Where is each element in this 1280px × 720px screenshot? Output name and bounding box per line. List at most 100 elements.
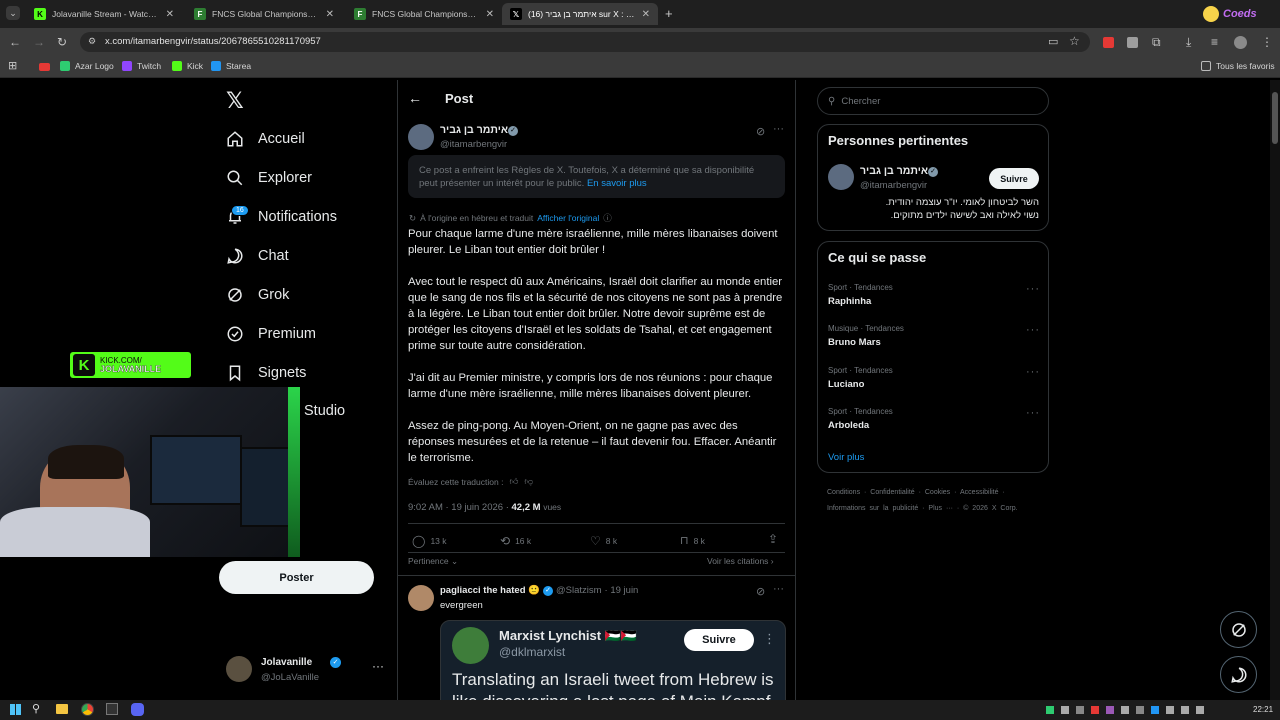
more-icon[interactable]: ··· (372, 659, 384, 673)
browser-tab-0[interactable]: K Jolavanille Stream - Watch Live ✕ (26, 3, 182, 25)
more-icon[interactable]: ··· (1026, 407, 1040, 419)
all-bookmarks[interactable]: Tous les favoris (1201, 61, 1275, 71)
more-icon[interactable]: ··· (773, 123, 784, 135)
back-icon[interactable]: ← (9, 35, 21, 49)
reply-author-handle[interactable]: @Slatzism (556, 585, 602, 596)
trend-item[interactable]: Bruno Mars (828, 337, 881, 348)
trend-item[interactable]: Luciano (828, 379, 864, 390)
apps-icon[interactable]: ⊞ (8, 59, 17, 72)
back-arrow-icon[interactable]: ← (408, 90, 422, 106)
info-icon[interactable]: ⓘ (603, 212, 612, 224)
close-icon[interactable]: ✕ (486, 9, 494, 20)
clock[interactable]: 22:21 (1253, 705, 1273, 714)
x-logo-icon[interactable]: 𝕏 (226, 88, 244, 114)
reply-date[interactable]: · 19 juin (605, 585, 639, 596)
thumbs-down-icon[interactable]: 👎︎ (524, 476, 533, 487)
youtube-icon[interactable] (39, 63, 50, 71)
bookmark-starea[interactable]: Starea (211, 61, 251, 71)
bookmark-kick[interactable]: Kick (172, 61, 203, 71)
reply-button[interactable]: ◯ 13 k (412, 534, 447, 548)
relevant-person-name[interactable]: איתמר בן גביר (860, 165, 928, 177)
nav-explore[interactable]: Explorer (226, 169, 312, 187)
embedded-post[interactable]: Marxist Lynchist 🇵🇸🇵🇸 @dklmarxist Suivre… (440, 620, 786, 704)
extension-icon[interactable] (1103, 37, 1114, 48)
search-icon[interactable]: ⚲ (32, 702, 40, 715)
avatar[interactable] (1234, 36, 1247, 49)
nav-grok[interactable]: Grok (226, 286, 289, 304)
relevant-person-handle[interactable]: @itamarbengvir (860, 180, 927, 191)
sort-dropdown[interactable]: Pertinence ⌄ (408, 556, 458, 567)
show-original-link[interactable]: Afficher l'original (537, 213, 599, 223)
forward-icon[interactable]: → (33, 35, 45, 49)
post-timestamp[interactable]: 9:02 AM · 19 juin 2026 · (408, 502, 509, 513)
trend-item[interactable]: Raphinha (828, 296, 871, 307)
footer-links[interactable]: Conditions · Confidentialité · Cookies ·… (827, 489, 1005, 496)
browser-tab-1[interactable]: F FNCS Global Championship Las ✕ (186, 3, 342, 25)
view-quotes-link[interactable]: Voir les citations › (707, 556, 774, 566)
nav-studio[interactable]: Studio (304, 403, 345, 419)
avatar[interactable] (828, 164, 854, 190)
star-icon[interactable]: ☆ (1069, 34, 1080, 48)
extension-icon[interactable] (1127, 37, 1138, 48)
post-button[interactable]: Poster (219, 561, 374, 594)
download-icon[interactable]: ⤓ (1186, 35, 1191, 50)
messages-float-button[interactable] (1220, 656, 1257, 693)
grok-icon[interactable]: ⊘ (756, 585, 765, 598)
trend-item[interactable]: Arboleda (828, 420, 869, 431)
chrome-icon[interactable] (81, 703, 94, 716)
browser-tab-3[interactable]: 𝕏 (16) איתמר בן גביר sur X : "על כ ✕ (502, 3, 658, 25)
bookmark-button[interactable]: ⊓ 8 k (680, 534, 705, 547)
nav-bookmarks[interactable]: Signets (226, 364, 306, 382)
tray-icons[interactable] (1046, 703, 1226, 716)
grok-float-button[interactable] (1220, 611, 1257, 648)
share-icon[interactable]: ⇪ (768, 532, 778, 546)
close-icon[interactable]: ✕ (642, 9, 650, 20)
thumbs-up-icon[interactable]: 👍︎ (509, 476, 518, 487)
scrollbar-track[interactable] (1270, 80, 1280, 700)
bookmark-azar-logo[interactable]: Azar Logo (60, 61, 114, 71)
post-author-handle[interactable]: @itamarbengvir (440, 139, 507, 150)
nav-premium[interactable]: Premium (226, 325, 316, 343)
close-icon[interactable]: ✕ (326, 9, 334, 20)
avatar[interactable] (408, 124, 434, 150)
kick-icon: K (34, 8, 46, 20)
reading-list-icon[interactable]: ≡ (1211, 35, 1218, 49)
follow-button[interactable]: Suivre (684, 629, 754, 651)
new-tab-icon[interactable]: + (665, 6, 673, 21)
see-more-link[interactable]: Voir plus (828, 452, 864, 463)
more-icon[interactable]: ··· (1026, 324, 1040, 336)
more-icon[interactable]: ··· (1026, 366, 1040, 378)
tab-list-icon[interactable]: ⌄ (6, 6, 20, 20)
url-text[interactable]: x.com/itamarbengvir/status/2067865510281… (105, 36, 321, 47)
file-explorer-icon[interactable] (56, 704, 68, 714)
reload-icon[interactable]: ↻ (57, 35, 67, 49)
account-switcher[interactable]: Jolavanille ✓ @JoLaVanille ··· (226, 656, 386, 686)
menu-icon[interactable]: ⋮ (1261, 35, 1273, 49)
grok-icon[interactable]: ⊘ (756, 125, 765, 138)
discord-icon[interactable] (131, 703, 144, 716)
nav-chat[interactable]: Chat (226, 247, 289, 265)
post-author-name[interactable]: איתמר בן גביר (440, 124, 508, 136)
more-icon[interactable]: ⋮ (763, 631, 776, 647)
site-info-icon[interactable]: ⚙ (88, 36, 96, 47)
learn-more-link[interactable]: En savoir plus (587, 178, 647, 189)
more-icon[interactable]: ··· (773, 583, 784, 595)
scrollbar-thumb[interactable] (1272, 92, 1278, 144)
footer-links[interactable]: Informations sur la publicité · Plus ···… (827, 505, 1018, 512)
windows-start-icon[interactable] (10, 704, 21, 715)
profile-badge[interactable]: Coeds (1203, 6, 1273, 22)
like-button[interactable]: ♡ 8 k (590, 534, 617, 548)
puzzle-icon[interactable]: ⧉ (1152, 35, 1161, 50)
repost-button[interactable]: ⟲ 16 k (500, 534, 531, 548)
browser-tab-2[interactable]: F FNCS Global Championship Las ✕ (346, 3, 502, 25)
install-icon[interactable]: ▭ (1048, 35, 1058, 48)
reply-author-name[interactable]: pagliacci the hated 🙂 (440, 585, 540, 596)
close-icon[interactable]: ✕ (166, 9, 174, 20)
nav-home[interactable]: Accueil (226, 130, 305, 148)
bookmark-twitch[interactable]: Twitch (122, 61, 161, 71)
avatar[interactable] (408, 585, 434, 611)
app-icon[interactable] (106, 703, 118, 715)
more-icon[interactable]: ··· (1026, 283, 1040, 295)
search-input[interactable]: ⚲ Chercher (817, 87, 1049, 115)
follow-button[interactable]: Suivre (989, 168, 1039, 189)
